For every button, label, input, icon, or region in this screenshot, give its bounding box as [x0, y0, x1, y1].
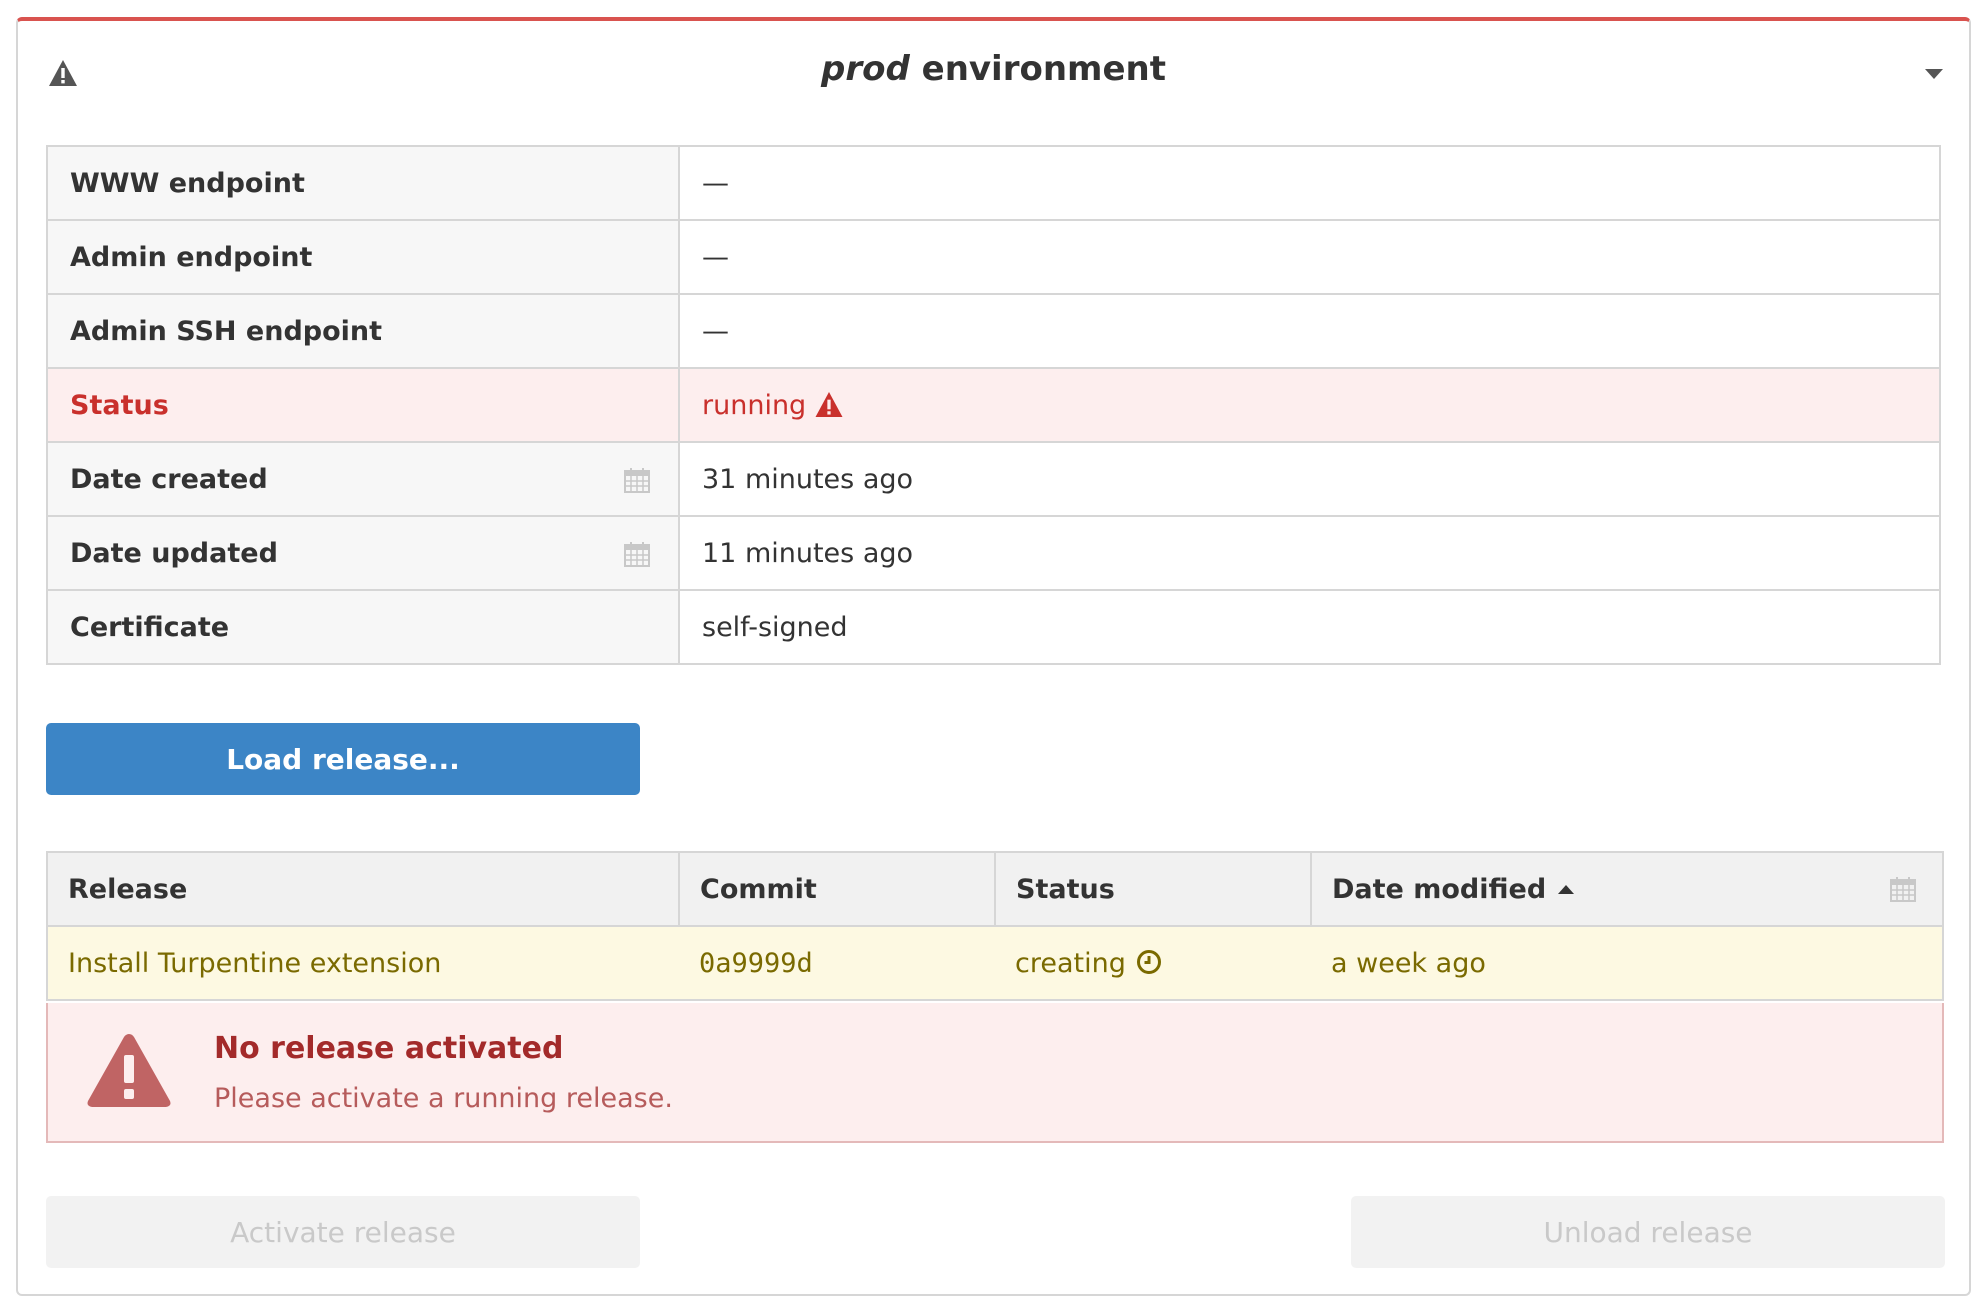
info-key: WWW endpoint: [46, 145, 680, 221]
column-header-commit[interactable]: Commit: [678, 851, 996, 927]
info-value: —: [678, 293, 1941, 369]
info-row-admin: Admin endpoint —: [46, 219, 1941, 295]
commit-hash: 0a9999d: [679, 925, 995, 1001]
info-row-www: WWW endpoint —: [46, 145, 1941, 221]
unload-release-button[interactable]: Unload release: [1351, 1196, 1945, 1268]
info-key: Date updated: [70, 537, 278, 569]
alert-title: No release activated: [214, 1031, 564, 1066]
column-header-status[interactable]: Status: [994, 851, 1312, 927]
release-date-modified: a week ago: [1311, 925, 1943, 1001]
info-value: —: [678, 219, 1941, 295]
environment-panel: prod environment WWW endpoint — Admin en…: [16, 17, 1971, 1296]
release-name: Install Turpentine extension: [47, 925, 679, 1001]
chevron-down-icon[interactable]: [1925, 69, 1943, 79]
clock-icon: [1136, 949, 1161, 974]
info-key: Certificate: [46, 589, 680, 665]
status-badge: running: [702, 389, 807, 421]
sort-ascending-icon: [1558, 884, 1575, 894]
environment-name: prod: [820, 49, 910, 89]
calendar-icon: [1890, 877, 1916, 902]
alert-text: Please activate a running release.: [214, 1083, 673, 1114]
info-key-cell: Date updated: [46, 515, 680, 591]
panel-header[interactable]: prod environment: [18, 21, 1969, 121]
page-title: prod environment: [18, 49, 1969, 89]
release-status-cell: creating: [995, 925, 1311, 1001]
info-row-certificate: Certificate self-signed: [46, 589, 1941, 665]
info-value: self-signed: [678, 589, 1941, 665]
info-value: —: [678, 145, 1941, 221]
environment-info-table: WWW endpoint — Admin endpoint — Admin SS…: [46, 145, 1941, 665]
warning-icon: [87, 1034, 171, 1107]
info-key: Status: [46, 367, 680, 443]
activate-release-button[interactable]: Activate release: [46, 1196, 640, 1268]
info-key: Date created: [70, 463, 268, 495]
info-key: Admin endpoint: [46, 219, 680, 295]
no-release-alert: No release activated Please activate a r…: [46, 1003, 1944, 1143]
table-row[interactable]: Install Turpentine extension 0a9999d cre…: [47, 925, 1943, 1001]
info-value: 11 minutes ago: [678, 515, 1941, 591]
status-value: running: [678, 367, 1941, 443]
calendar-icon: [624, 542, 650, 567]
info-key: Admin SSH endpoint: [46, 293, 680, 369]
info-row-admin-ssh: Admin SSH endpoint —: [46, 293, 1941, 369]
releases-table: Release Commit Status Date modified Inst…: [46, 851, 1944, 1001]
info-value: 31 minutes ago: [678, 441, 1941, 517]
column-header-date-modified[interactable]: Date modified: [1310, 851, 1944, 927]
column-header-release[interactable]: Release: [46, 851, 680, 927]
calendar-icon: [624, 468, 650, 493]
info-row-date-created: Date created 31 minutes ago: [46, 441, 1941, 517]
releases-header-row: Release Commit Status Date modified: [46, 851, 1944, 927]
title-suffix: environment: [909, 49, 1166, 89]
column-header-label: Date modified: [1332, 873, 1547, 905]
info-row-date-updated: Date updated 11 minutes ago: [46, 515, 1941, 591]
release-status: creating: [1015, 947, 1126, 979]
load-release-button[interactable]: Load release...: [46, 723, 640, 795]
warning-icon: [815, 391, 843, 417]
info-key-cell: Date created: [46, 441, 680, 517]
info-row-status: Status running: [46, 367, 1941, 443]
